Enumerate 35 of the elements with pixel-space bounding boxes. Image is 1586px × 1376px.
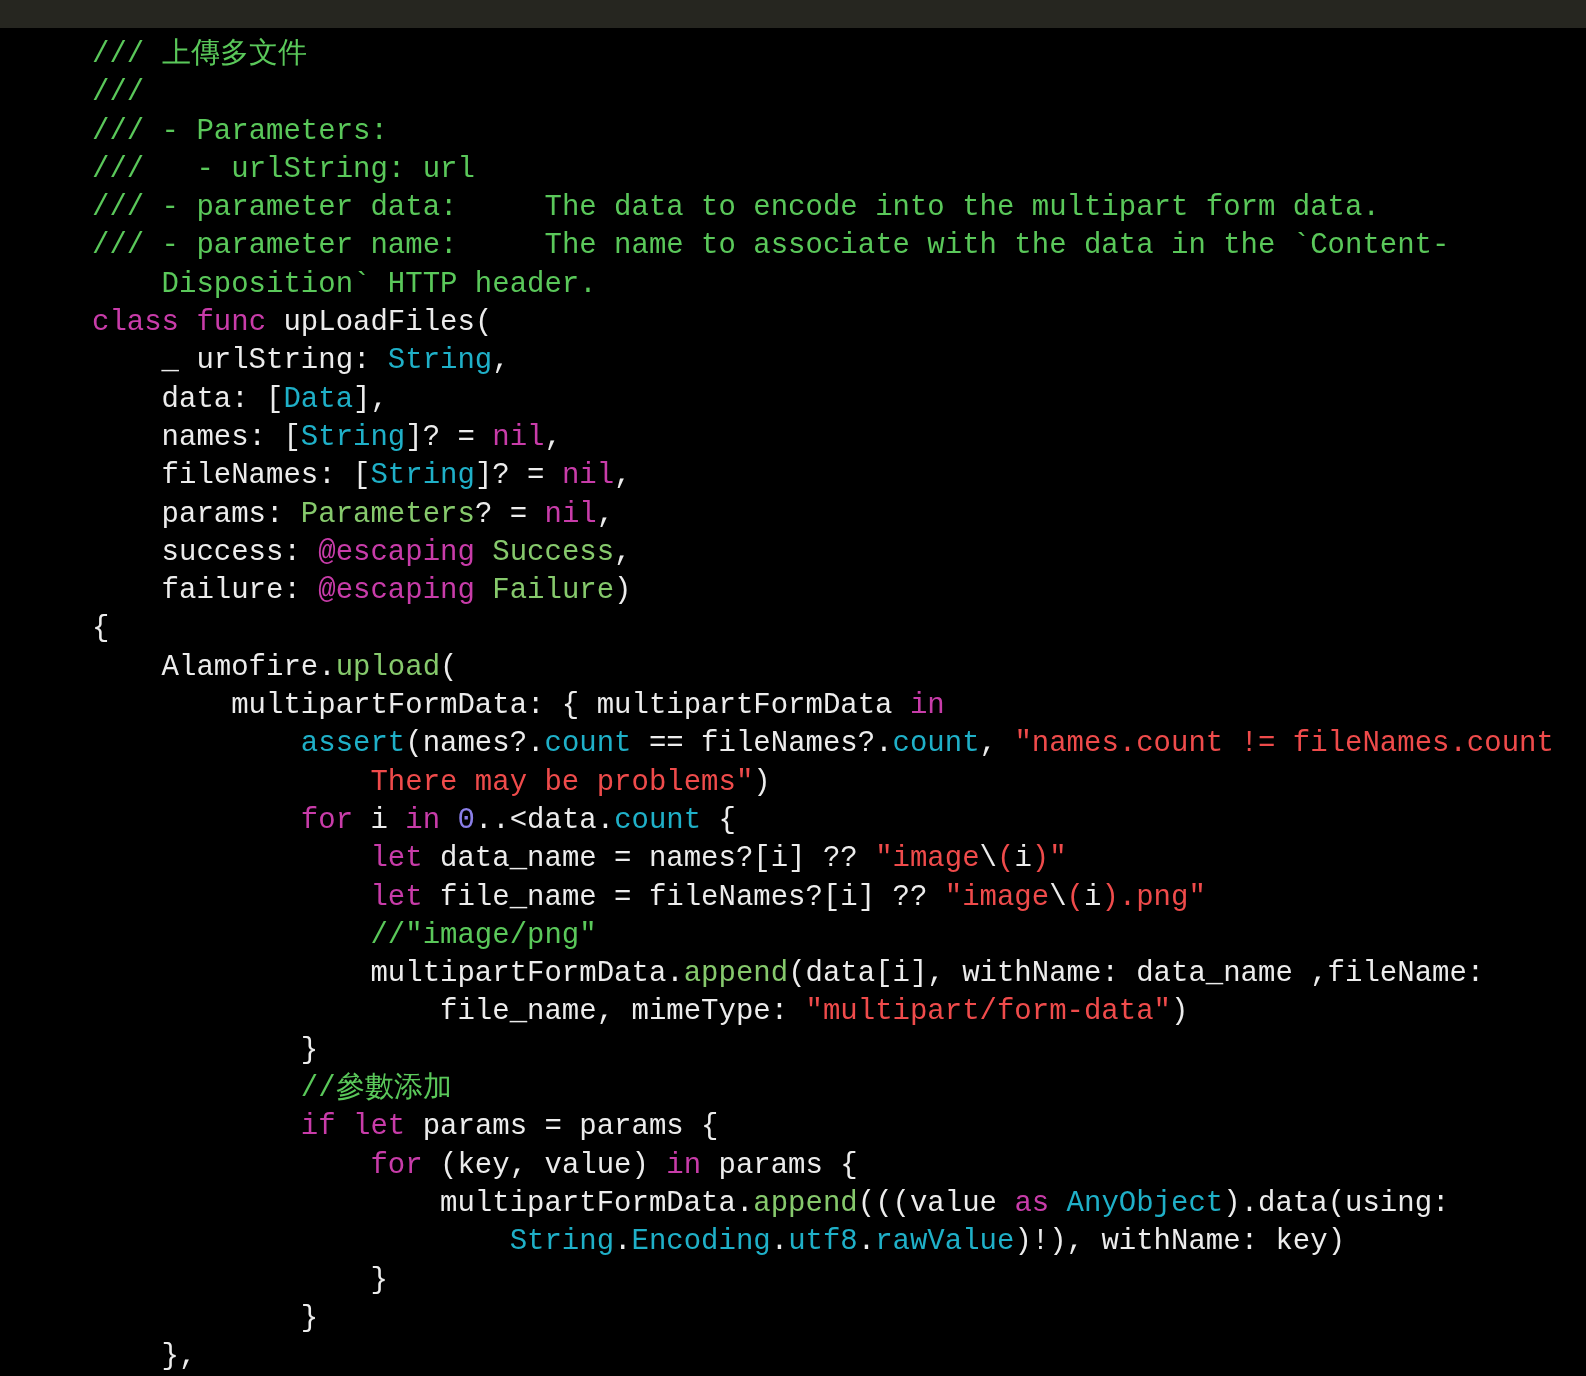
code-line: multipartFormData.append(((value as AnyObject).data(using: [440, 1185, 1450, 1222]
code-line: let data_name = names?[i] ?? "image\(i)" [370, 841, 1067, 878]
code-line: /// [92, 75, 145, 112]
code-line: } [370, 1262, 388, 1299]
code-line: /// - urlString: url [92, 151, 475, 188]
code-line: fileNames: [String]? = nil, [161, 458, 632, 495]
code-line: /// - parameter data: The data to encode into the multipart form data. [92, 190, 1380, 227]
code-line: multipartFormData: { multipartFormData in [231, 688, 945, 725]
code-line: There may be problems") [370, 764, 771, 801]
code-line: Disposition` HTTP header. [161, 266, 597, 303]
code-line: failure: @escaping Failure) [161, 573, 632, 610]
code-line: _ urlString: String, [161, 343, 510, 380]
code-line: assert(names?.count == fileNames?.count, "names.count != fileNames.count [300, 726, 1554, 763]
code-line: if let params = params { [300, 1109, 719, 1146]
code-line: //"image/png" [370, 917, 597, 954]
code-line: file_name, mimeType: "multipart/form-data") [440, 994, 1189, 1031]
code-line: multipartFormData.append(data[i], withName: data_name ,fileName: [370, 956, 1485, 993]
code-line: let file_name = fileNames?[i] ?? "image\(i).png" [370, 879, 1206, 916]
code-line: class func upLoadFiles( [92, 305, 493, 342]
code-line: String.Encoding.utf8.rawValue)!), withName: key) [509, 1224, 1346, 1261]
code-line: params: Parameters? = nil, [161, 496, 615, 533]
code-line: success: @escaping Success, [161, 534, 632, 571]
code-line: }, [161, 1339, 197, 1376]
code-line: for (key, value) in params { [370, 1147, 858, 1184]
code-line: } [300, 1032, 319, 1069]
code-line: } [300, 1300, 319, 1337]
code-line: /// 上傳多文件 [92, 37, 307, 73]
code-line: /// - parameter name: The name to associate with the data in the `Content- [92, 228, 1450, 265]
code-line: data: [Data], [161, 381, 388, 418]
code-line: //參數添加 [300, 1071, 452, 1107]
code-line: Alamofire.upload( [161, 649, 458, 686]
code-line: names: [String]? = nil, [161, 419, 562, 456]
code-line: { [92, 611, 110, 648]
code-line: for i in 0..<data.count { [300, 802, 736, 839]
code-line: /// - Parameters: [92, 113, 388, 150]
